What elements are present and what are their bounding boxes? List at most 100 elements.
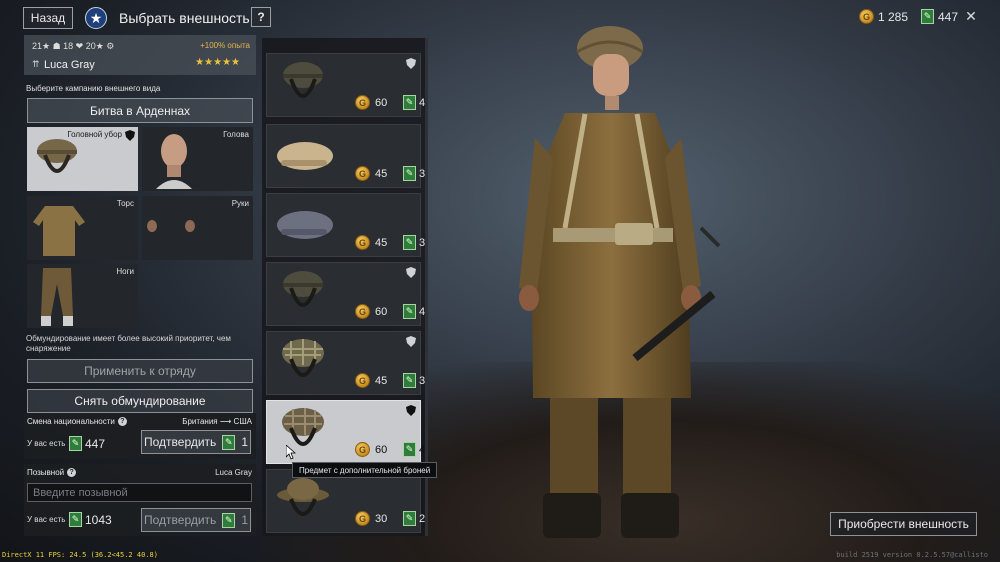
item-price-gold: 30 xyxy=(375,512,388,525)
item-card[interactable]: G 60 ✎ 4 xyxy=(266,262,425,326)
armor-shield-icon xyxy=(125,130,135,141)
item-prices: G 30 ✎ 2 xyxy=(355,511,425,526)
item-price-tickets: 3 xyxy=(419,167,426,180)
torso-icon xyxy=(33,206,85,256)
armor-shield-icon xyxy=(406,336,416,347)
callsign-section: Позывной ? Luca Gray У вас есть ✎ 1043 П… xyxy=(24,464,256,536)
beret-tan-icon xyxy=(277,142,333,170)
nationality-confirm-button[interactable]: Подтвердить ✎ 1 xyxy=(141,430,251,454)
gold-coin-icon: G xyxy=(355,166,370,181)
nationality-title: Смена национальности ? xyxy=(27,417,127,426)
soldier-stars: ★★★★★ xyxy=(195,57,240,68)
gold-coin-icon: G xyxy=(355,373,370,388)
mouse-cursor-icon xyxy=(286,445,296,460)
slot-torso[interactable]: Торс xyxy=(27,196,138,260)
soldier-card: 21★ ☗ 18 ❤ 20★ ⚙ +100% опыта ⇈ Luca Gray… xyxy=(24,35,256,75)
back-button[interactable]: Назад xyxy=(23,7,73,29)
callsign-input[interactable] xyxy=(27,483,252,502)
ticket-balance: ✎ 447 xyxy=(921,9,958,24)
slot-legs[interactable]: Ноги xyxy=(27,264,138,328)
item-price-gold: 45 xyxy=(375,374,388,387)
gold-coin-icon: G xyxy=(355,511,370,526)
ticket-icon: ✎ xyxy=(403,373,416,388)
help-button[interactable]: ? xyxy=(251,7,271,27)
item-price-gold: 60 xyxy=(375,443,388,456)
item-card[interactable]: G 60 ✎ 4 xyxy=(266,53,425,117)
slot-label-legs: Ноги xyxy=(116,267,134,276)
gold-coin-icon: G xyxy=(355,442,370,457)
ticket-icon: ✎ xyxy=(403,442,416,457)
helmet-camo-icon xyxy=(282,408,324,446)
nationality-help-icon[interactable]: ? xyxy=(117,417,127,426)
helmet-icon xyxy=(283,62,323,98)
slot-headgear[interactable]: Головной убор xyxy=(27,127,138,191)
close-button[interactable]: ✕ xyxy=(963,7,979,25)
callsign-have-value: ✎ 1043 xyxy=(69,512,112,527)
item-price-gold: 60 xyxy=(375,96,388,109)
xp-bonus: +100% опыта xyxy=(200,41,250,50)
ticket-icon: ✎ xyxy=(403,235,416,250)
helmet-brodie-icon xyxy=(277,478,329,516)
apply-to-squad-button[interactable]: Применить к отряду xyxy=(27,359,253,383)
armor-tooltip: Предмет с дополнительной броней xyxy=(292,462,438,478)
nationality-confirm-label: Подтвердить xyxy=(144,435,217,449)
soldier-stats: 21★ ☗ 18 ❤ 20★ ⚙ xyxy=(32,41,115,51)
item-card[interactable]: G 30 ✎ 2 xyxy=(266,469,425,533)
campaign-select[interactable]: Битва в Арденнах xyxy=(27,98,253,123)
item-card[interactable]: G 45 ✎ 3 xyxy=(266,124,425,188)
hands-icon xyxy=(147,220,195,232)
ticket-icon: ✎ xyxy=(222,434,236,450)
item-card[interactable]: G 45 ✎ 3 xyxy=(266,331,425,395)
slot-label-hands: Руки xyxy=(231,199,249,208)
priority-note: Обмундирование имеет более высокий приор… xyxy=(26,334,231,353)
item-price-tickets: 4 xyxy=(419,305,426,318)
callsign-confirm-button[interactable]: Подтвердить ✎ 1 xyxy=(141,508,251,532)
tickets-amount: 447 xyxy=(938,9,959,24)
slot-hands[interactable]: Руки xyxy=(142,196,253,260)
slot-label-torso: Торс xyxy=(116,199,134,208)
callsign-title-text: Позывной xyxy=(27,468,65,477)
nationality-route: Британия ⟶ США xyxy=(182,417,252,426)
gold-amount: 1 285 xyxy=(878,9,909,24)
armor-shield-icon xyxy=(406,405,416,416)
nationality-have-value: ✎ 447 xyxy=(69,436,105,451)
helmet-icon xyxy=(283,271,323,307)
gold-balance: G 1 285 xyxy=(859,9,908,24)
item-prices: G 60 ✎ 4 xyxy=(355,95,425,110)
gold-coin-icon: G xyxy=(355,304,370,319)
rank-icon: ⇈ xyxy=(32,59,40,69)
ticket-icon: ✎ xyxy=(69,512,82,527)
item-price-gold: 45 xyxy=(375,167,388,180)
callsign-have-label: У вас есть xyxy=(27,515,66,524)
armor-shield-icon xyxy=(406,267,416,278)
callsign-title: Позывной ? xyxy=(27,468,77,477)
ticket-icon: ✎ xyxy=(403,95,416,110)
gold-coin-icon: G xyxy=(355,235,370,250)
gold-coin-icon: G xyxy=(355,95,370,110)
item-price-tickets: 3 xyxy=(419,236,426,249)
ticket-icon: ✎ xyxy=(69,436,82,451)
callsign-help-icon[interactable]: ? xyxy=(67,468,77,477)
item-price-tickets: 3 xyxy=(419,374,426,387)
slot-label-headgear: Головной убор xyxy=(67,130,122,139)
helmet-net-icon xyxy=(282,339,324,377)
callsign-current: Luca Gray xyxy=(215,468,252,477)
character-preview xyxy=(519,26,721,538)
slot-head[interactable]: Голова xyxy=(142,127,253,191)
debug-build: build 2519 version 0.2.5.57@callisto xyxy=(836,551,988,559)
nation-star-icon: ★ xyxy=(85,7,107,29)
item-card[interactable]: G 45 ✎ 3 xyxy=(266,193,425,257)
debug-fps: DirectX 11 FPS: 24.5 (36.2<45.2 40.8) xyxy=(2,551,158,559)
purchase-appearance-button[interactable]: Приобрести внешность xyxy=(830,512,977,536)
remove-outfit-button[interactable]: Снять обмундирование xyxy=(27,389,253,413)
nationality-title-text: Смена национальности xyxy=(27,417,115,426)
item-prices: G 60 ✎ 4 xyxy=(355,304,425,319)
armor-shield-icon xyxy=(406,58,416,69)
callsign-confirm-cost: 1 xyxy=(241,513,248,527)
item-price-gold: 45 xyxy=(375,236,388,249)
item-prices: G 45 ✎ 3 xyxy=(355,235,425,250)
ticket-icon: ✎ xyxy=(921,9,934,24)
callsign-confirm-label: Подтвердить xyxy=(144,513,217,527)
nationality-have-amount: 447 xyxy=(85,436,106,451)
item-prices: G 60 ✎ 4 xyxy=(355,442,425,457)
